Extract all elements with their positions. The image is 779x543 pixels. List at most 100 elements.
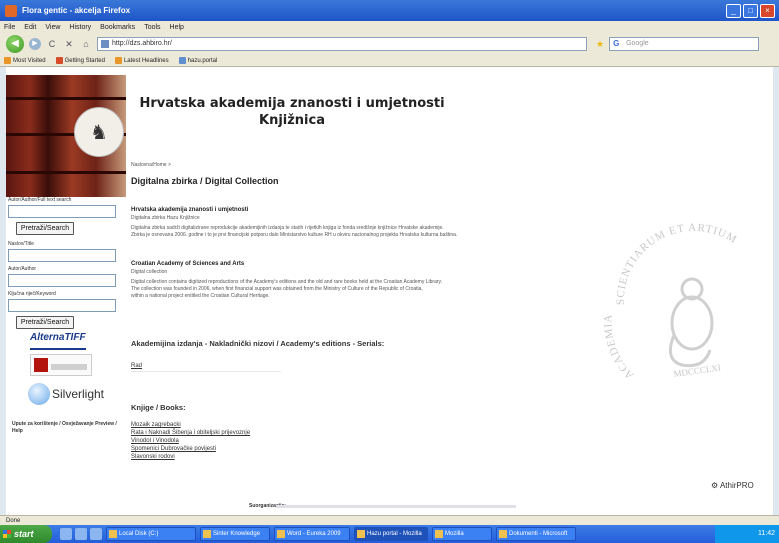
minimize-button[interactable]: _ bbox=[726, 3, 741, 18]
section-hr-paragraph2: Zbirka je osnovana 2006. godine i to je … bbox=[131, 232, 458, 238]
search-button[interactable]: Pretraži/Search bbox=[16, 222, 74, 235]
footer-sponsors-bar bbox=[276, 505, 516, 508]
title-bar: Flora gentic - akcelja Firefox _ □ × bbox=[0, 0, 779, 21]
system-tray-clock: 11:42 bbox=[715, 525, 779, 543]
editions-link-rad[interactable]: Rad bbox=[131, 363, 142, 369]
academy-seal-watermark: SCIENTIARUM ET ARTIUM ACADEMIA MDCCCLXI bbox=[602, 185, 764, 395]
bookmark-label: Most Visited bbox=[13, 57, 46, 64]
taskbar-item[interactable]: Word - Eureka 2009 bbox=[274, 527, 350, 541]
address-bar[interactable]: http://dzs.ahbiro.hr/ bbox=[97, 37, 587, 51]
silverlight-icon bbox=[28, 383, 50, 405]
section-en-paragraph3: within a national project entitled the C… bbox=[131, 293, 270, 299]
section-en-head: Croatian Academy of Sciences and Arts bbox=[131, 261, 245, 267]
taskbar-item[interactable]: Sinter Knowledge bbox=[200, 527, 270, 541]
book-link[interactable]: Mozaik zagrebacki bbox=[131, 422, 181, 428]
book-link[interactable]: Vinodol i Vinodola bbox=[131, 438, 179, 444]
svg-text:ACADEMIA: ACADEMIA bbox=[604, 313, 636, 381]
back-button[interactable]: ◀ bbox=[6, 35, 24, 53]
bookmark-latest-headlines[interactable]: Latest Headlines bbox=[114, 57, 169, 64]
taskbar-item[interactable]: Local Disk (C:) bbox=[106, 527, 196, 541]
library-header-image: ♞ bbox=[6, 75, 126, 197]
search-input[interactable]: Google bbox=[609, 37, 760, 51]
fulltext-label: Autor/Author/Full text search bbox=[8, 197, 72, 203]
section-hr-paragraph1: Digitalna zbirka sadrži digitalizirane r… bbox=[131, 225, 444, 231]
svg-text:SCIENTIARUM ET ARTIUM: SCIENTIARUM ET ARTIUM bbox=[615, 222, 739, 305]
taskbar-item[interactable]: Dokumenti - Microsoft bbox=[496, 527, 576, 541]
shelf-divider bbox=[6, 97, 126, 100]
page-viewport: ♞ Hrvatska akademija znanosti i umjetnos… bbox=[6, 67, 773, 515]
fulltext-search-input[interactable] bbox=[8, 205, 116, 218]
section-hr-head: Hrvatska akademija znanosti i umjetnosti bbox=[131, 207, 249, 213]
quick-launch bbox=[60, 528, 102, 540]
site-title: Hrvatska akademija znanosti i umjetnosti… bbox=[132, 95, 452, 129]
help-link[interactable]: Upute za korištenje / Osvježavanje Previ… bbox=[12, 421, 124, 435]
book-link[interactable]: Slavonski rodovi bbox=[131, 454, 175, 460]
bookmark-label: hazu.portal bbox=[187, 57, 218, 64]
editions-heading: Akademijina izdanja - Nakladnički nizovi… bbox=[131, 339, 385, 348]
reload-icon[interactable]: C bbox=[46, 39, 58, 49]
flash-player-logo[interactable] bbox=[30, 354, 92, 376]
forward-button[interactable]: ▶ bbox=[29, 38, 41, 50]
menu-file[interactable]: File bbox=[4, 24, 15, 31]
bookmark-getting-started[interactable]: Getting Started bbox=[55, 57, 105, 64]
status-bar: Done bbox=[0, 515, 779, 525]
menu-tools[interactable]: Tools bbox=[144, 24, 160, 31]
window-controls: _ □ × bbox=[726, 3, 775, 18]
bookmark-icon bbox=[4, 57, 11, 64]
book-link[interactable]: Rata i Naknadi Šibenja i obiteljski prij… bbox=[131, 430, 250, 436]
bookmarks-toolbar: Most Visited Getting Started Latest Head… bbox=[0, 55, 779, 67]
bookmark-icon bbox=[178, 57, 186, 64]
seal-text-top: SCIENTIARUM ET ARTIUM bbox=[615, 222, 738, 305]
breadcrumb[interactable]: Naslovna/Home > bbox=[131, 162, 171, 168]
close-button[interactable]: × bbox=[760, 3, 775, 18]
books-heading: Knjige / Books: bbox=[131, 403, 186, 412]
bookmark-hazu-portal[interactable]: hazu.portal bbox=[178, 57, 218, 64]
shelf-divider bbox=[6, 171, 126, 174]
author-input[interactable] bbox=[8, 274, 116, 287]
quicklaunch-icon[interactable] bbox=[75, 528, 87, 540]
maximize-button[interactable]: □ bbox=[743, 3, 758, 18]
menu-edit[interactable]: Edit bbox=[24, 24, 36, 31]
seal-text-left: ACADEMIA bbox=[602, 313, 635, 381]
silverlight-logo[interactable]: Silverlight bbox=[28, 381, 118, 409]
book-link[interactable]: Spomenici Dubrovačke povijesti bbox=[131, 446, 216, 452]
menu-help[interactable]: Help bbox=[170, 24, 184, 31]
home-icon[interactable]: ⌂ bbox=[80, 39, 92, 49]
bookmark-label: Latest Headlines bbox=[123, 57, 169, 64]
start-button[interactable]: start bbox=[0, 525, 52, 543]
quicklaunch-icon[interactable] bbox=[90, 528, 102, 540]
alternatiff-logo[interactable]: AlternaTIFF bbox=[30, 332, 86, 350]
keyword-input[interactable] bbox=[8, 299, 116, 312]
taskbar: start Local Disk (C:) Sinter Knowledge W… bbox=[0, 525, 779, 543]
stop-icon[interactable]: ✕ bbox=[63, 39, 75, 50]
author-label: Autor/Author bbox=[8, 266, 37, 272]
bookmark-most-visited[interactable]: Most Visited bbox=[4, 57, 46, 64]
taskbar-item[interactable]: Mozilla bbox=[432, 527, 492, 541]
page-title: Digitalna zbirka / Digital Collection bbox=[131, 176, 279, 186]
title-label: Naslov/Title bbox=[8, 241, 34, 247]
academy-medal-icon: ♞ bbox=[74, 107, 124, 157]
menu-bookmarks[interactable]: Bookmarks bbox=[100, 24, 135, 31]
firefox-icon bbox=[5, 4, 17, 17]
navigation-toolbar: ◀ ▶ C ✕ ⌂ http://dzs.ahbiro.hr/ ★ Google bbox=[0, 33, 779, 55]
flash-icon bbox=[34, 358, 48, 372]
title-input[interactable] bbox=[8, 249, 116, 262]
divider bbox=[131, 371, 281, 372]
section-hr-sub: Digitalna zbirka Hazu Knjižnice bbox=[131, 215, 200, 221]
menu-view[interactable]: View bbox=[45, 24, 60, 31]
browser-window: Flora gentic - akcelja Firefox _ □ × Fil… bbox=[0, 0, 779, 543]
taskbar-item[interactable]: Hazu portal - Mozilla bbox=[354, 527, 428, 541]
section-en-paragraph2: The collection was founded in 2006, when… bbox=[131, 286, 423, 292]
flash-bar bbox=[51, 364, 87, 370]
menu-bar: File Edit View History Bookmarks Tools H… bbox=[0, 21, 779, 33]
advanced-search-button[interactable]: Pretraži/Search bbox=[16, 316, 74, 329]
bookmark-icon bbox=[55, 57, 63, 64]
seal-graphic: SCIENTIARUM ET ARTIUM ACADEMIA MDCCCLXI bbox=[602, 222, 739, 381]
section-en-sub: Digital collection bbox=[131, 269, 168, 275]
window-title: Flora gentic - akcelja Firefox bbox=[22, 6, 131, 15]
menu-history[interactable]: History bbox=[69, 24, 91, 31]
bookmark-star-icon[interactable]: ★ bbox=[596, 39, 604, 50]
athirpro-logo[interactable]: ⚙ AthirPRO bbox=[711, 481, 754, 490]
bookmark-label: Getting Started bbox=[64, 57, 105, 64]
quicklaunch-icon[interactable] bbox=[60, 528, 72, 540]
